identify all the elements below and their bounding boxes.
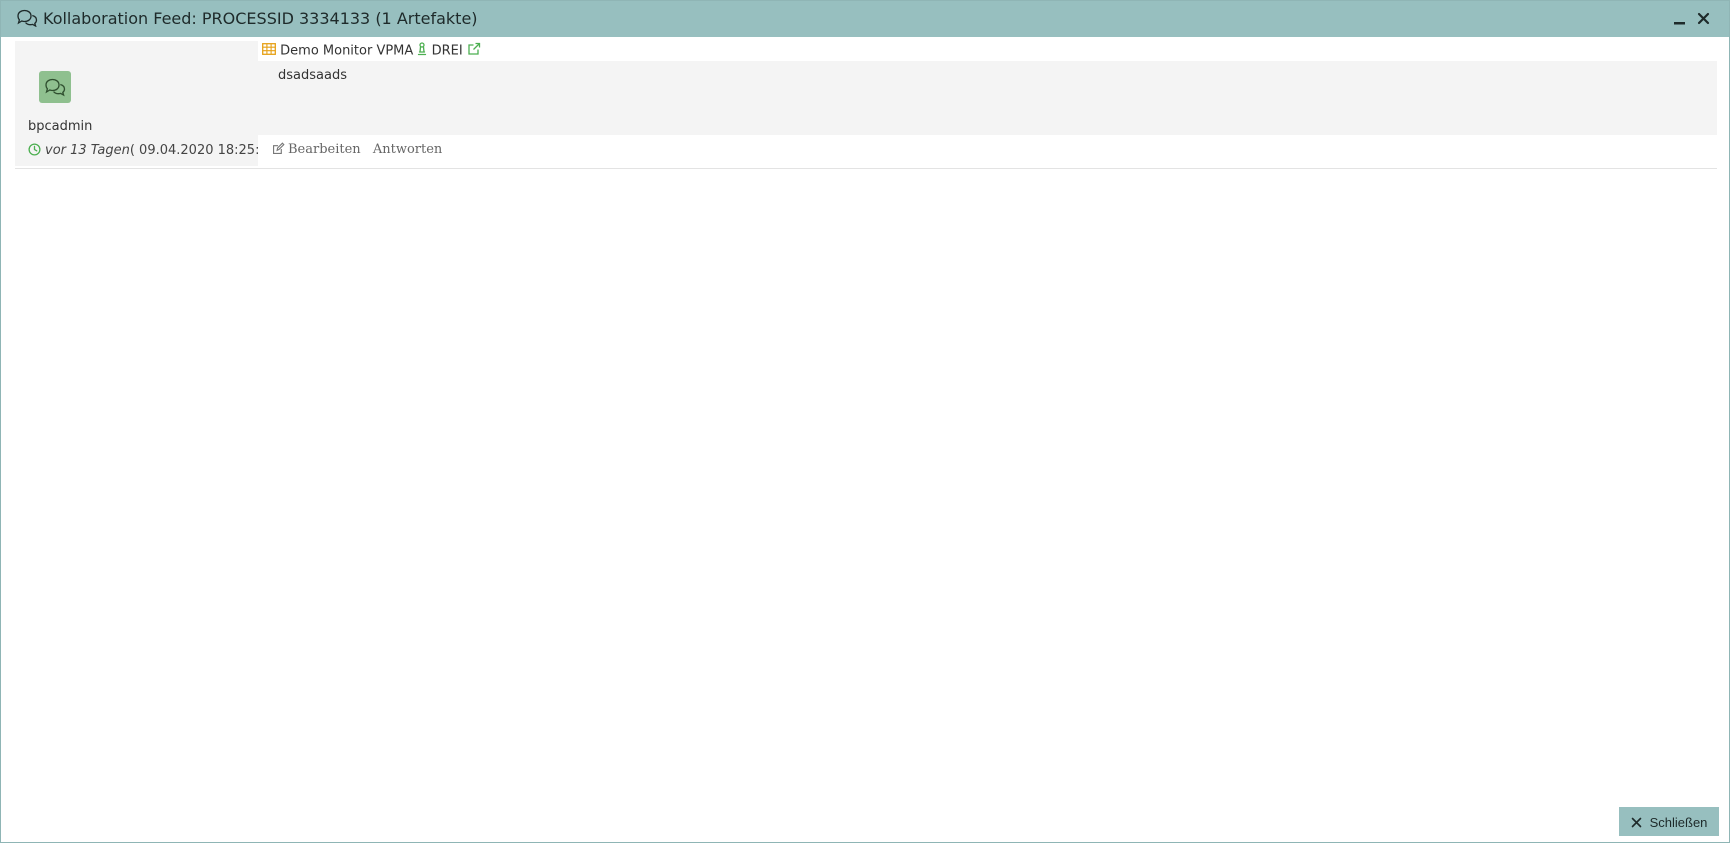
comments-icon xyxy=(45,78,66,97)
feed-item: bpcadmin vor 13 Tagen( 09.04.2020 18:25:… xyxy=(15,41,1717,169)
author-name: bpcadmin xyxy=(28,119,93,134)
window-titlebar[interactable]: Kollaboration Feed: PROCESSID 3334133 (1… xyxy=(1,1,1729,37)
scrollbar[interactable] xyxy=(1721,37,1729,807)
reply-button[interactable]: Antworten xyxy=(373,142,442,157)
comments-icon xyxy=(16,9,40,29)
message-text: dsadsaads xyxy=(278,68,347,83)
window-title: Kollaboration Feed: PROCESSID 3334133 (1… xyxy=(43,9,478,28)
message-box: dsadsaads xyxy=(258,61,1717,135)
post-timestamp: vor 13 Tagen( 09.04.2020 18:25:... xyxy=(28,143,258,160)
avatar xyxy=(39,71,71,103)
collaboration-feed-window: Kollaboration Feed: PROCESSID 3334133 (1… xyxy=(0,0,1730,843)
artifact-name[interactable]: Demo Monitor VPMA xyxy=(280,44,413,59)
close-dialog-button[interactable]: Schließen xyxy=(1619,807,1719,836)
clock-icon xyxy=(28,143,41,160)
close-dialog-label: Schließen xyxy=(1649,815,1708,830)
close-icon xyxy=(1631,817,1641,828)
table-icon xyxy=(262,43,280,59)
feed-item-actions: Bearbeiten Antworten xyxy=(272,142,450,157)
close-icon xyxy=(1697,12,1710,25)
window-close-button[interactable] xyxy=(1694,9,1714,29)
external-link-icon[interactable] xyxy=(467,42,481,60)
edit-button[interactable]: Bearbeiten xyxy=(272,142,361,157)
chess-pawn-icon xyxy=(417,42,431,60)
minimize-button[interactable] xyxy=(1670,9,1690,29)
feed-item-author-panel: bpcadmin vor 13 Tagen( 09.04.2020 18:25:… xyxy=(15,41,258,166)
minimize-icon xyxy=(1674,22,1685,25)
timestamp-absolute: ( 09.04.2020 18:25:... xyxy=(129,143,258,158)
artifact-reference: Demo Monitor VPMA DREI xyxy=(262,42,481,62)
timestamp-relative: vor 13 Tagen xyxy=(45,143,130,158)
edit-label: Bearbeiten xyxy=(288,142,361,157)
edit-icon xyxy=(273,142,285,154)
artifact-context: DREI xyxy=(431,43,463,59)
